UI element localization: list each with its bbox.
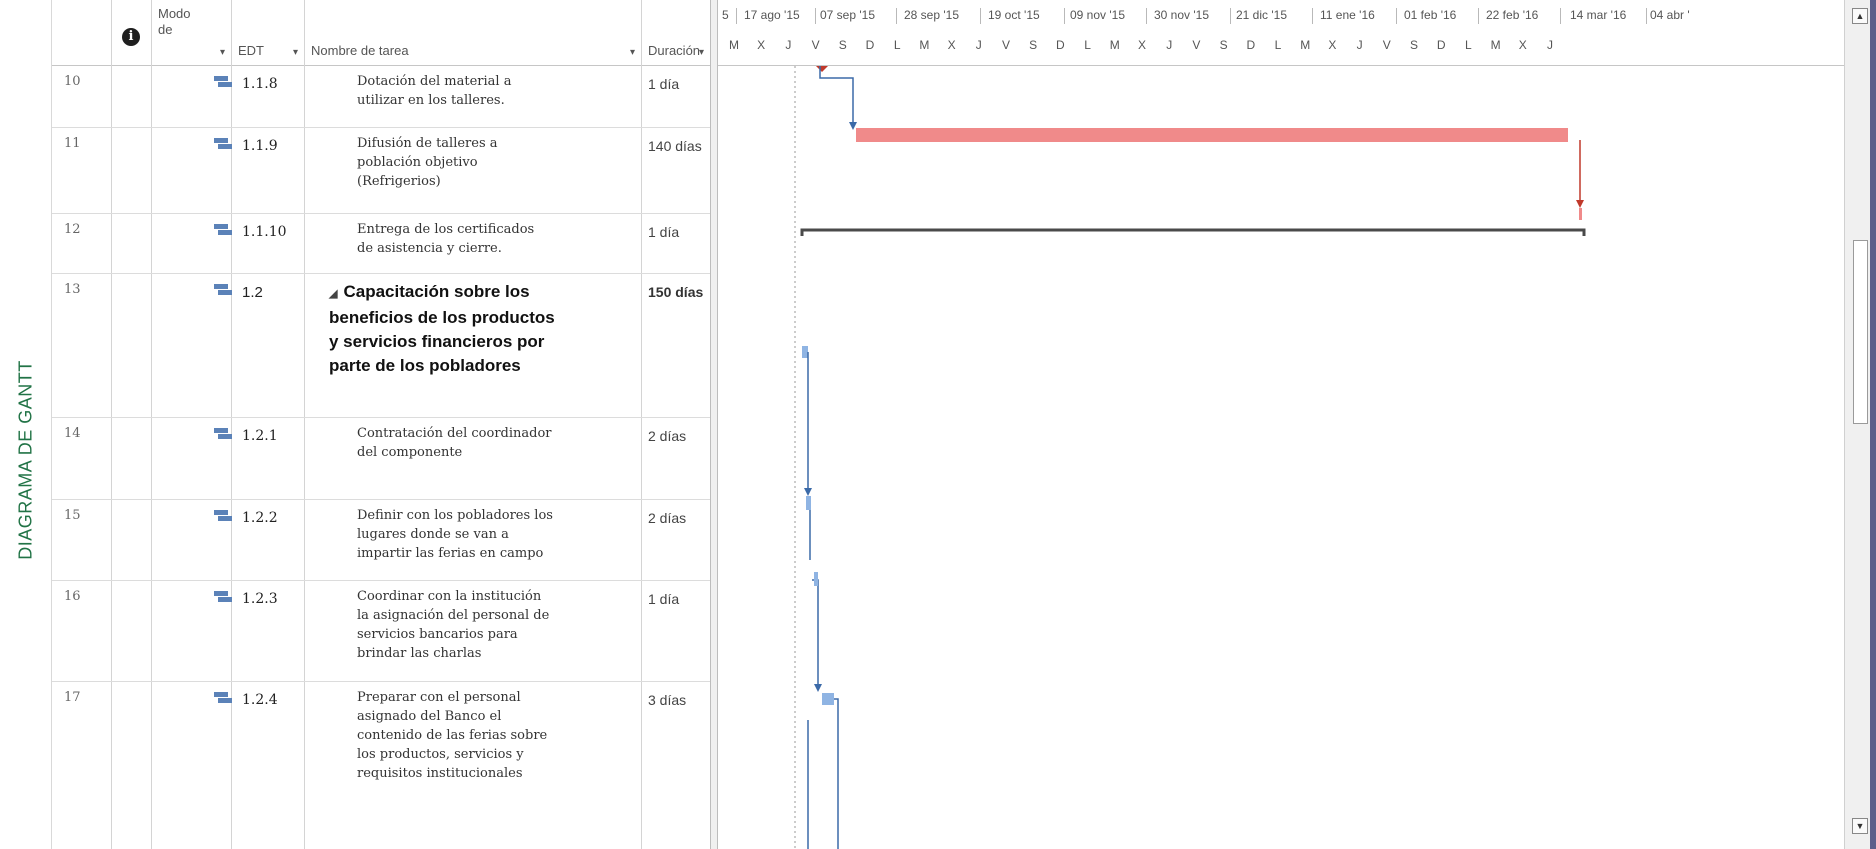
header-indicators[interactable]: i bbox=[112, 0, 152, 66]
task-11-bar[interactable] bbox=[856, 128, 1568, 142]
row-edt: 1.2.4 bbox=[242, 692, 278, 708]
row-duration[interactable]: 2 días bbox=[648, 510, 686, 526]
row-duration[interactable]: 1 día bbox=[648, 76, 679, 92]
scroll-down-button[interactable]: ▼ bbox=[1852, 818, 1868, 834]
task-10-bar[interactable] bbox=[816, 66, 828, 72]
row-duration[interactable]: 150 días bbox=[648, 284, 703, 300]
table-row-summary[interactable]: 13 1.2 ◢ Capacitación sobre los beneficio… bbox=[52, 274, 710, 418]
row-edt: 1.2.2 bbox=[242, 510, 278, 526]
header-edt[interactable]: EDT ▾ bbox=[232, 0, 305, 66]
table-row[interactable]: 14 1.2.1 Contratación del coordinador de… bbox=[52, 418, 710, 500]
row-edt: 1.1.10 bbox=[242, 224, 287, 240]
row-task-name[interactable]: Difusión de talleres a población objetiv… bbox=[357, 134, 553, 191]
row-id: 10 bbox=[64, 74, 81, 89]
row-duration[interactable]: 1 día bbox=[648, 224, 679, 240]
auto-scheduled-icon bbox=[214, 284, 232, 296]
link-10-11 bbox=[819, 66, 854, 126]
row-edt: 1.2.1 bbox=[242, 428, 278, 444]
table-row[interactable]: 16 1.2.3 Coordinar con la institución la… bbox=[52, 581, 710, 682]
row-id: 11 bbox=[64, 136, 81, 151]
row-task-name[interactable]: Entrega de los certificados de asistenci… bbox=[357, 220, 553, 258]
row-edt: 1.1.9 bbox=[242, 138, 278, 154]
auto-scheduled-icon bbox=[214, 428, 232, 440]
task-table-header: i Modo de ▾ EDT ▾ Nombre de tarea ▾ Dura… bbox=[52, 0, 710, 66]
auto-scheduled-icon bbox=[214, 224, 232, 236]
gantt-bars bbox=[794, 66, 1586, 849]
pane-splitter[interactable] bbox=[710, 0, 718, 849]
table-row[interactable]: 10 1.1.8 Dotación del material a utiliza… bbox=[52, 66, 710, 128]
auto-scheduled-icon bbox=[214, 591, 232, 603]
row-task-name[interactable]: Definir con los pobladores los lugares d… bbox=[357, 506, 553, 563]
header-duration[interactable]: Duración ▾ bbox=[642, 0, 710, 66]
task-17-bar[interactable] bbox=[822, 693, 834, 705]
link-arrow bbox=[849, 122, 857, 130]
row-id: 17 bbox=[64, 690, 81, 705]
table-row[interactable]: 17 1.2.4 Preparar con el personal asigna… bbox=[52, 682, 710, 849]
row-task-name[interactable]: Dotación del material a utilizar en los … bbox=[357, 72, 553, 110]
table-row[interactable]: 15 1.2.2 Definir con los pobladores los … bbox=[52, 500, 710, 581]
row-task-name[interactable]: Coordinar con la institución la asignaci… bbox=[357, 587, 553, 663]
task-15-bar[interactable] bbox=[806, 496, 811, 510]
edt-dropdown-icon[interactable]: ▾ bbox=[293, 47, 298, 58]
link-17-next bbox=[834, 698, 839, 849]
header-id[interactable] bbox=[52, 0, 112, 66]
row-task-name[interactable]: Preparar con el personal asignado del Ba… bbox=[357, 688, 553, 783]
task-12-bar[interactable] bbox=[1579, 208, 1582, 220]
gantt-chart: 5 17 ago '15 07 sep '15 28 sep '15 19 oc… bbox=[718, 0, 1844, 849]
mode-dropdown-icon[interactable]: ▾ bbox=[220, 47, 225, 58]
header-name-label: Nombre de tarea bbox=[311, 43, 409, 58]
collapse-icon[interactable]: ◢ bbox=[329, 288, 337, 300]
view-label: DIAGRAMA DE GANTT bbox=[15, 360, 36, 560]
auto-scheduled-icon bbox=[214, 692, 232, 704]
view-bar[interactable]: DIAGRAMA DE GANTT bbox=[0, 0, 52, 849]
header-task-mode[interactable]: Modo de ▾ bbox=[152, 0, 232, 66]
info-icon: i bbox=[122, 28, 140, 46]
link-16-17 bbox=[812, 579, 819, 688]
summary-task-label: Capacitación sobre los beneficios de los… bbox=[329, 282, 555, 375]
row-edt: 1.2 bbox=[242, 284, 263, 301]
row-task-name[interactable]: Contratación del coordinador del compone… bbox=[357, 424, 553, 462]
row-edt: 1.1.8 bbox=[242, 76, 278, 92]
header-mode-label: Modo de bbox=[158, 6, 191, 37]
row-task-name[interactable]: ◢ Capacitación sobre los beneficios de lo… bbox=[329, 280, 561, 378]
task-14-bar[interactable] bbox=[802, 346, 808, 358]
row-duration[interactable]: 140 días bbox=[648, 138, 702, 154]
row-duration[interactable]: 1 día bbox=[648, 591, 679, 607]
row-duration[interactable]: 2 días bbox=[648, 428, 686, 444]
auto-scheduled-icon bbox=[214, 510, 232, 522]
auto-scheduled-icon bbox=[214, 138, 232, 150]
row-id: 13 bbox=[64, 282, 81, 297]
task-16-bar[interactable] bbox=[814, 572, 818, 586]
row-id: 15 bbox=[64, 508, 81, 523]
name-dropdown-icon[interactable]: ▾ bbox=[630, 47, 635, 58]
link-arrow bbox=[804, 488, 812, 496]
link-arrow bbox=[1576, 200, 1584, 208]
duration-dropdown-icon[interactable]: ▾ bbox=[699, 47, 704, 58]
row-duration[interactable]: 3 días bbox=[648, 692, 686, 708]
summary-13-bar[interactable] bbox=[800, 228, 1586, 236]
row-id: 16 bbox=[64, 589, 81, 604]
link-arrow bbox=[814, 684, 822, 692]
header-task-name[interactable]: Nombre de tarea ▾ bbox=[305, 0, 642, 66]
table-row[interactable]: 12 1.1.10 Entrega de los certificados de… bbox=[52, 214, 710, 274]
header-edt-label: EDT bbox=[238, 43, 264, 58]
scroll-up-button[interactable]: ▲ bbox=[1852, 8, 1868, 24]
table-row[interactable]: 11 1.1.9 Difusión de talleres a població… bbox=[52, 128, 710, 214]
row-id: 12 bbox=[64, 222, 81, 237]
row-edt: 1.2.3 bbox=[242, 591, 278, 607]
header-duration-label: Duración bbox=[648, 43, 701, 58]
auto-scheduled-icon bbox=[214, 76, 232, 88]
scroll-thumb[interactable] bbox=[1853, 240, 1868, 424]
window-edge bbox=[1870, 0, 1876, 849]
task-table: 10 1.1.8 Dotación del material a utiliza… bbox=[52, 66, 710, 849]
row-id: 14 bbox=[64, 426, 81, 441]
